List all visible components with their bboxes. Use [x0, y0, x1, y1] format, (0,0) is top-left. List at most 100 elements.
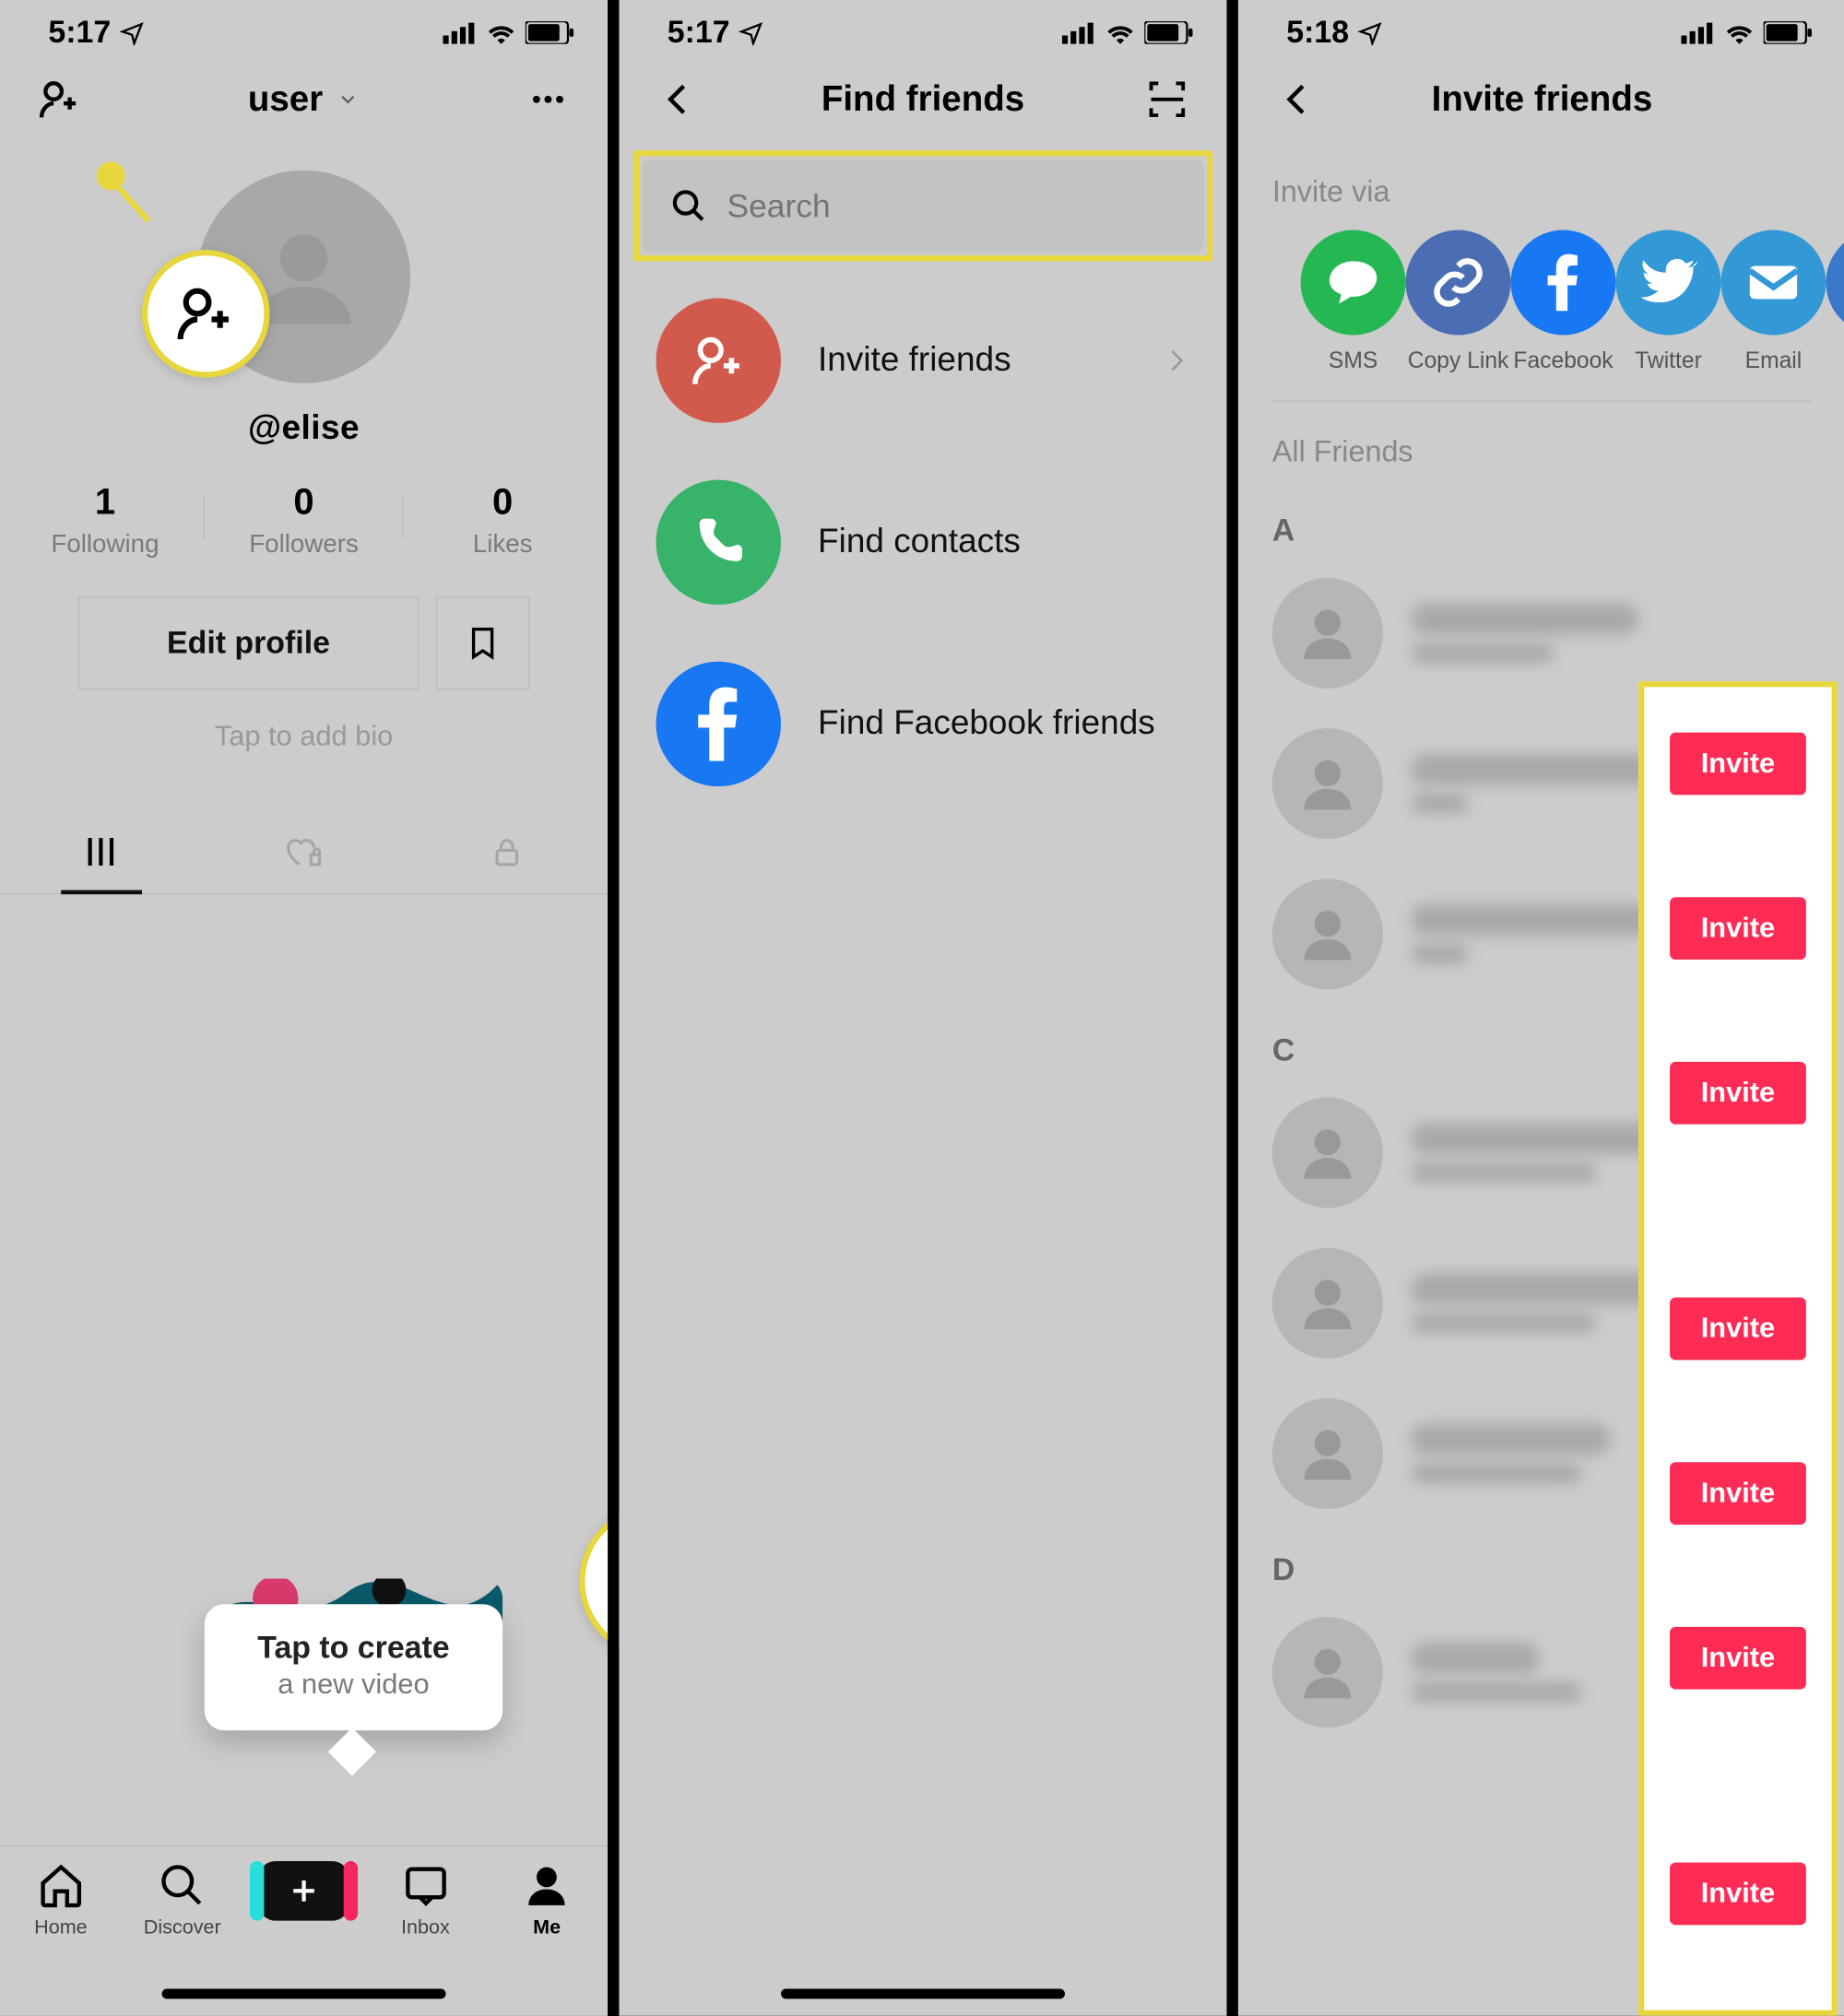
- invite-button[interactable]: Invite: [1670, 1298, 1806, 1361]
- location-icon: [119, 20, 145, 46]
- invite-button[interactable]: Invite: [1670, 1462, 1806, 1525]
- create-tooltip: Tap to create a new video: [205, 1604, 502, 1730]
- invite-via-label: Invite via: [1238, 142, 1844, 230]
- redacted-sub: [1412, 1464, 1582, 1484]
- battery-icon: [1764, 21, 1812, 44]
- profile-header: user: [0, 57, 608, 142]
- status-time: 5:17: [668, 14, 730, 51]
- status-time: 5:17: [48, 14, 111, 51]
- tab-create[interactable]: [254, 1861, 354, 1921]
- link-icon: [1430, 254, 1487, 312]
- status-time: 5:18: [1286, 14, 1349, 51]
- wifi-icon: [1724, 21, 1755, 44]
- edit-profile-button[interactable]: Edit profile: [78, 596, 420, 690]
- facebook-icon: [1546, 252, 1580, 314]
- redacted-sub: [1412, 794, 1469, 814]
- avatar: [1272, 1617, 1383, 1727]
- divider: [608, 0, 619, 2016]
- facebook-icon: [694, 687, 742, 760]
- find-friends-screen: 5:17 Find friends Invite friends: [619, 0, 1226, 2016]
- share-facebook[interactable]: Facebook: [1511, 230, 1616, 374]
- add-friends-button[interactable]: [29, 76, 91, 124]
- grid-icon: [83, 833, 120, 870]
- invite-friends-header: Invite friends: [1238, 57, 1844, 142]
- redacted-sub: [1412, 1314, 1596, 1334]
- inbox-icon: [401, 1861, 449, 1909]
- invite-friends-screen: 5:18 Invite friends Invite via SMS Copy …: [1238, 0, 1844, 2016]
- tab-inbox[interactable]: Inbox: [375, 1861, 475, 1938]
- stat-followers[interactable]: 0 Followers: [205, 480, 404, 560]
- invite-button[interactable]: Invite: [1670, 897, 1806, 960]
- stat-following[interactable]: 1 Following: [6, 480, 205, 560]
- chevron-right-icon: [1162, 347, 1190, 375]
- redacted-name: [1412, 1643, 1540, 1674]
- add-bio[interactable]: Tap to add bio: [215, 721, 394, 753]
- wifi-icon: [1105, 21, 1136, 44]
- redacted-name: [1412, 754, 1653, 785]
- redacted-name: [1412, 1424, 1611, 1456]
- bottom-tabbar: Home Discover Inbox Me: [0, 1845, 608, 2016]
- avatar: [1272, 578, 1383, 689]
- account-switcher[interactable]: user: [248, 78, 323, 120]
- annotation-invite-highlight: Invite Invite Invite Invite Invite Invit…: [1638, 681, 1838, 2016]
- lock-icon: [490, 833, 524, 870]
- search-box[interactable]: [642, 159, 1204, 253]
- bookmarks-button[interactable]: [436, 596, 530, 690]
- annotation-add-friends: [142, 250, 270, 378]
- location-icon: [1357, 20, 1383, 46]
- create-button[interactable]: [258, 1861, 349, 1921]
- profile-block: @elise 1 Following 0 Followers 0 Likes E…: [0, 142, 608, 754]
- redacted-sub: [1412, 1162, 1596, 1183]
- back-button[interactable]: [647, 79, 710, 119]
- invite-button[interactable]: Invite: [1670, 733, 1806, 796]
- divider: [1227, 0, 1238, 2016]
- page-title: Invite friends: [1329, 78, 1755, 120]
- cell-signal-icon: [1681, 21, 1715, 44]
- location-icon: [739, 20, 764, 46]
- share-copy-link[interactable]: Copy Link: [1406, 230, 1511, 374]
- redacted-sub: [1412, 643, 1554, 664]
- invite-button[interactable]: Invite: [1670, 1862, 1806, 1925]
- avatar: [1272, 1248, 1383, 1359]
- chevron-left-icon: [659, 79, 699, 119]
- find-friends-header: Find friends: [619, 57, 1226, 142]
- tab-home[interactable]: Home: [11, 1861, 111, 1938]
- scan-button[interactable]: [1136, 78, 1199, 121]
- section-a: A: [1238, 489, 1844, 558]
- status-bar: 5:18: [1238, 0, 1844, 57]
- invite-button[interactable]: Invite: [1670, 1062, 1806, 1125]
- avatar: [1272, 1097, 1383, 1208]
- annotation-search-highlight: [633, 150, 1212, 261]
- tab-me[interactable]: Me: [497, 1861, 597, 1938]
- cell-signal-icon: [1062, 21, 1096, 44]
- battery-icon: [1144, 21, 1192, 44]
- back-button[interactable]: [1267, 79, 1330, 119]
- search-icon: [159, 1861, 207, 1909]
- avatar: [1272, 1398, 1383, 1509]
- all-friends-label: All Friends: [1238, 402, 1844, 489]
- invite-button[interactable]: Invite: [1670, 1627, 1806, 1690]
- redacted-sub: [1412, 1682, 1582, 1703]
- home-indicator: [162, 1989, 446, 1999]
- share-twitter[interactable]: Twitter: [1616, 230, 1721, 374]
- tab-liked[interactable]: [203, 810, 406, 892]
- share-sms[interactable]: SMS: [1301, 230, 1406, 374]
- search-input[interactable]: [727, 187, 1176, 226]
- stat-likes[interactable]: 0 Likes: [403, 480, 602, 560]
- tab-posts[interactable]: [0, 810, 203, 892]
- share-email[interactable]: Email: [1720, 230, 1826, 374]
- share-other[interactable]: Other: [1826, 230, 1844, 374]
- profile-screen: 5:17 user @elise 1 F: [0, 0, 608, 2016]
- add-friend-icon: [171, 279, 240, 348]
- email-icon: [1745, 254, 1803, 312]
- row-invite-friends[interactable]: Invite friends: [619, 270, 1226, 452]
- row-find-facebook[interactable]: Find Facebook friends: [619, 633, 1226, 815]
- redacted-sub: [1412, 944, 1469, 964]
- tab-discover[interactable]: Discover: [133, 1861, 232, 1938]
- row-find-contacts[interactable]: Find contacts: [619, 452, 1226, 633]
- chevron-down-icon[interactable]: [337, 88, 361, 111]
- page-title: Find friends: [710, 78, 1136, 120]
- more-button[interactable]: [517, 79, 580, 119]
- scan-icon: [1146, 78, 1188, 121]
- tab-private[interactable]: [405, 810, 608, 892]
